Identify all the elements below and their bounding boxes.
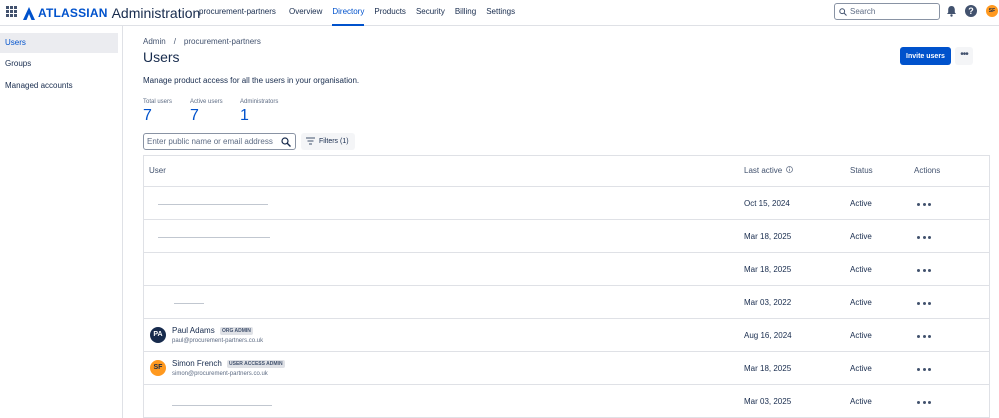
sidebar: Users Groups Managed accounts <box>0 26 123 418</box>
search-icon <box>839 8 847 16</box>
nav-settings[interactable]: Settings <box>486 0 515 26</box>
avatar: PA <box>150 327 166 343</box>
filter-icon <box>306 137 315 145</box>
user-email: paul@procurement-partners.co.uk <box>172 338 264 344</box>
redacted-user-info <box>158 237 270 238</box>
nav-billing[interactable]: Billing <box>455 0 476 26</box>
sidebar-item-groups[interactable]: Groups <box>0 54 118 74</box>
atlassian-logo-icon <box>23 6 35 20</box>
nav-security[interactable]: Security <box>416 0 445 26</box>
row-actions-button[interactable] <box>917 397 931 407</box>
stat-label: Total users <box>143 99 173 105</box>
stat-label: Active users <box>190 99 223 105</box>
redacted-user-info <box>158 204 268 205</box>
status-cell: Active <box>850 397 872 406</box>
stat-total-users: Total users 7 <box>143 99 172 125</box>
user-search-input[interactable] <box>147 136 279 147</box>
table-row[interactable]: PA Paul Adams ORG ADMIN paul@procurement… <box>144 319 989 352</box>
last-active-cell: Oct 15, 2024 <box>744 199 790 208</box>
status-cell: Active <box>850 364 872 373</box>
table-row[interactable]: Mar 03, 2025 Active <box>144 385 989 418</box>
sidebar-item-managed-accounts[interactable]: Managed accounts <box>0 76 118 96</box>
row-actions-button[interactable] <box>917 331 931 341</box>
stat-administrators: Administrators 1 <box>240 99 278 125</box>
table-row[interactable]: Mar 18, 2025 Active <box>144 220 989 253</box>
column-header-last-active-label: Last active <box>744 166 783 175</box>
user-name[interactable]: Paul Adams ORG ADMIN <box>172 326 253 335</box>
table-row[interactable]: Mar 18, 2025 Active <box>144 253 989 286</box>
global-search[interactable] <box>834 3 940 20</box>
status-cell: Active <box>850 298 872 307</box>
status-cell: Active <box>850 232 872 241</box>
last-active-cell: Mar 03, 2025 <box>744 397 792 406</box>
stat-value: 1 <box>240 107 249 124</box>
row-actions-button[interactable] <box>917 232 931 242</box>
product-name: Administration <box>111 5 201 21</box>
avatar: SF <box>150 360 166 376</box>
status-cell: Active <box>850 331 872 340</box>
user-name-text: Simon French <box>172 359 222 368</box>
table-row[interactable]: Oct 15, 2024 Active <box>144 187 989 220</box>
column-header-user[interactable]: User <box>149 166 166 175</box>
main-nav: Overview Directory Products Security Bil… <box>289 0 525 26</box>
redacted-user-info <box>174 303 204 304</box>
breadcrumb-separator: / <box>173 37 176 46</box>
atlassian-brand[interactable]: ATLASSIAN Administration <box>23 4 200 22</box>
bell-icon[interactable] <box>946 5 957 17</box>
redacted-user-info <box>172 405 272 406</box>
stat-active-users: Active users 7 <box>190 99 223 125</box>
breadcrumb-admin[interactable]: Admin <box>143 37 166 46</box>
filters-button[interactable]: Filters (1) <box>301 133 355 150</box>
nav-overview[interactable]: Overview <box>289 0 322 26</box>
brand-wordmark: ATLASSIAN <box>38 6 108 20</box>
last-active-cell: Aug 16, 2024 <box>744 331 792 340</box>
users-table: User Last active Status Actions Oct 15, … <box>143 155 990 418</box>
help-icon[interactable]: ? <box>965 5 977 17</box>
page-title: Users <box>143 49 180 65</box>
role-badge: USER ACCESS ADMIN <box>227 360 285 368</box>
row-actions-button[interactable] <box>917 364 931 374</box>
user-name-text: Paul Adams <box>172 326 215 335</box>
global-search-input[interactable] <box>850 6 936 17</box>
breadcrumb-org[interactable]: procurement-partners <box>184 37 261 46</box>
stat-label: Administrators <box>240 99 279 105</box>
stat-value: 7 <box>143 107 152 124</box>
user-search-field[interactable] <box>143 133 296 150</box>
column-header-status: Status <box>850 166 873 175</box>
last-active-cell: Mar 18, 2025 <box>744 265 792 274</box>
breadcrumb: Admin / procurement-partners <box>143 37 261 46</box>
page-description: Manage product access for all the users … <box>143 76 360 85</box>
nav-products[interactable]: Products <box>374 0 406 26</box>
search-icon[interactable] <box>281 137 291 147</box>
sidebar-item-users[interactable]: Users <box>0 33 118 53</box>
row-actions-button[interactable] <box>917 199 931 209</box>
row-actions-button[interactable] <box>917 265 931 275</box>
org-switcher[interactable]: procurement-partners <box>199 7 276 16</box>
row-actions-button[interactable] <box>917 298 931 308</box>
user-name[interactable]: Simon French USER ACCESS ADMIN <box>172 359 285 368</box>
column-header-last-active[interactable]: Last active <box>744 166 794 175</box>
app-switcher-icon[interactable] <box>6 6 17 17</box>
status-cell: Active <box>850 199 872 208</box>
last-active-cell: Mar 18, 2025 <box>744 364 792 373</box>
user-email: simon@procurement-partners.co.uk <box>172 371 268 377</box>
top-navigation-bar: ATLASSIAN Administration procurement-par… <box>0 0 999 26</box>
more-options-button[interactable]: ••• <box>955 47 973 65</box>
invite-users-button[interactable]: Invite users <box>900 47 951 65</box>
last-active-cell: Mar 03, 2022 <box>744 298 792 307</box>
column-header-actions: Actions <box>914 166 941 175</box>
role-badge: ORG ADMIN <box>219 327 253 335</box>
table-row[interactable]: Mar 03, 2022 Active <box>144 286 989 319</box>
stat-value: 7 <box>190 107 199 124</box>
last-active-cell: Mar 18, 2025 <box>744 232 792 241</box>
nav-directory[interactable]: Directory <box>332 0 365 26</box>
info-icon[interactable] <box>786 166 794 173</box>
table-row[interactable]: SF Simon French USER ACCESS ADMIN simon@… <box>144 352 989 385</box>
status-cell: Active <box>850 265 872 274</box>
profile-avatar[interactable]: SF <box>986 5 998 17</box>
filters-label: Filters (1) <box>319 138 349 145</box>
